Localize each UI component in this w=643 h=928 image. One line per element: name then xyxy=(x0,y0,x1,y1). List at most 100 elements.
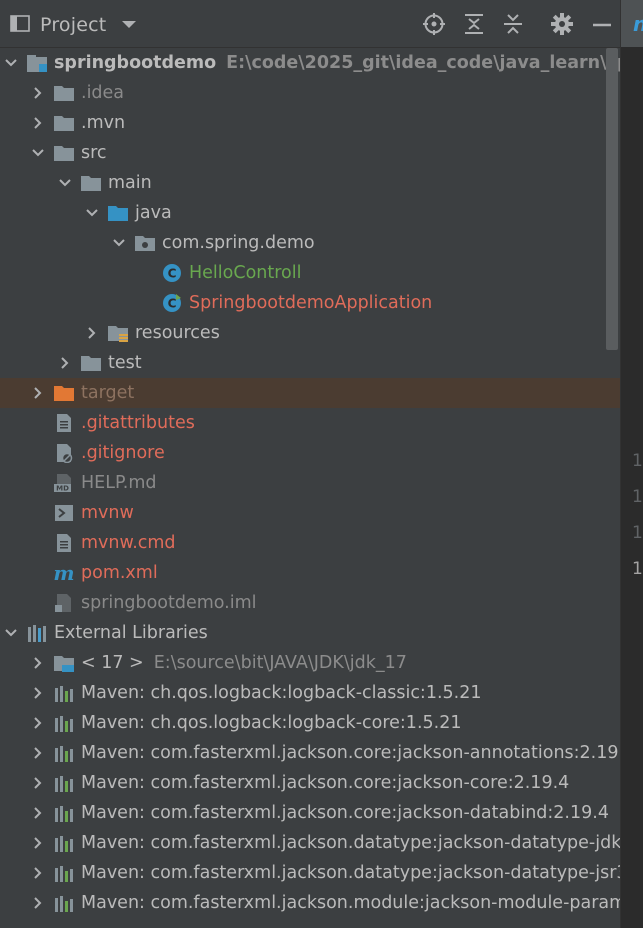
tree-item-name: Maven: ch.qos.logback:logback-core:1.5.2… xyxy=(81,713,462,733)
tree-item-name: Maven: com.fasterxml.jackson.datatype:ja… xyxy=(81,833,620,853)
chevron-down-icon[interactable] xyxy=(85,206,99,220)
tree-row[interactable]: m pom.xml xyxy=(0,558,620,588)
tree-row[interactable]: MD HELP.md xyxy=(0,468,620,498)
chevron-right-icon[interactable] xyxy=(31,716,45,730)
tree-item-name: Maven: com.fasterxml.jackson.core:jackso… xyxy=(81,773,570,793)
tree-row[interactable]: External Libraries xyxy=(0,618,620,648)
tree-item-name: target xyxy=(81,383,135,403)
tree-row[interactable]: Maven: com.fasterxml.jackson.datatype:ja… xyxy=(0,828,620,858)
tree-row[interactable]: Maven: com.fasterxml.jackson.core:jackso… xyxy=(0,738,620,768)
editor-tab[interactable]: n xyxy=(621,0,643,47)
folder-icon xyxy=(81,176,101,191)
tree-row[interactable]: Maven: ch.qos.logback:logback-classic:1.… xyxy=(0,678,620,708)
tree-item-name: mvnw xyxy=(81,503,134,523)
tree-row[interactable]: src xyxy=(0,138,620,168)
library-icon xyxy=(55,716,73,732)
library-icon xyxy=(55,686,73,702)
tree-item-name: test xyxy=(108,353,142,373)
library-icon xyxy=(55,746,73,762)
chevron-right-icon[interactable] xyxy=(85,326,99,340)
ignore-file-icon xyxy=(57,444,73,463)
expand-all-icon[interactable] xyxy=(462,12,486,36)
tree-item-label: .gitignore xyxy=(81,438,165,468)
chevron-right-icon[interactable] xyxy=(31,746,45,760)
chevron-down-icon[interactable] xyxy=(31,146,45,160)
tree-row[interactable]: test xyxy=(0,348,620,378)
chevron-right-icon[interactable] xyxy=(31,686,45,700)
library-icon xyxy=(55,836,73,852)
chevron-down-icon[interactable] xyxy=(58,176,72,190)
chevron-right-icon[interactable] xyxy=(31,866,45,880)
tree-item-label: .gitattributes xyxy=(81,408,195,438)
tree-row[interactable]: springbootdemo.iml xyxy=(0,588,620,618)
tree-row[interactable]: Maven: com.fasterxml.jackson.core:jackso… xyxy=(0,768,620,798)
chevron-down-icon[interactable] xyxy=(121,20,137,30)
tree-row[interactable]: Maven: com.fasterxml.jackson.datatype:ja… xyxy=(0,858,620,888)
tree-row[interactable]: C SpringbootdemoApplication xyxy=(0,288,620,318)
tree-item-name: Maven: com.fasterxml.jackson.core:jackso… xyxy=(81,803,609,823)
chevron-right-icon[interactable] xyxy=(31,806,45,820)
chevron-right-icon[interactable] xyxy=(31,776,45,790)
locate-file-icon[interactable] xyxy=(422,12,446,36)
excluded-folder-icon xyxy=(54,386,74,401)
tree-item-name: Maven: com.fasterxml.jackson.module:jack… xyxy=(81,893,620,913)
tree-row[interactable]: java xyxy=(0,198,620,228)
tree-row[interactable]: target xyxy=(0,378,620,408)
tree-row[interactable]: resources xyxy=(0,318,620,348)
tree-item-label: mvnw xyxy=(81,498,134,528)
tree-row[interactable]: .mvn xyxy=(0,108,620,138)
tree-item-name: main xyxy=(108,173,152,193)
tree-row[interactable]: com.spring.demo xyxy=(0,228,620,258)
tree-row[interactable]: mvnw.cmd xyxy=(0,528,620,558)
resources-folder-icon xyxy=(108,326,128,342)
vertical-scrollbar[interactable] xyxy=(606,48,618,350)
tree-item-label: springbootdemo E:\code\2025_git\idea_code… xyxy=(54,48,620,78)
tree-row[interactable]: main xyxy=(0,168,620,198)
tree-row[interactable]: < 17 > E:\source\bit\JAVA\JDK\jdk_17 xyxy=(0,648,620,678)
terminal-icon xyxy=(55,505,73,521)
library-icon xyxy=(55,806,73,822)
tree-item-name: Maven: ch.qos.logback:logback-classic:1.… xyxy=(81,683,482,703)
chevron-right-icon[interactable] xyxy=(31,86,45,100)
tree-row[interactable]: mvnw xyxy=(0,498,620,528)
line-number: 1 xyxy=(632,559,643,579)
chevron-down-icon[interactable] xyxy=(4,626,18,640)
svg-text:C: C xyxy=(168,267,177,281)
tree-item-label: pom.xml xyxy=(81,558,158,588)
panel-title[interactable]: Project xyxy=(40,14,106,36)
chevron-down-icon[interactable] xyxy=(112,236,126,250)
chevron-right-icon[interactable] xyxy=(31,386,45,400)
tree-item-label: External Libraries xyxy=(54,618,208,648)
tree-item-label: Maven: com.fasterxml.jackson.datatype:ja… xyxy=(81,858,620,888)
tree-row[interactable]: springbootdemo E:\code\2025_git\idea_code… xyxy=(0,48,620,78)
tree-item-name: .gitattributes xyxy=(81,413,195,433)
chevron-right-icon[interactable] xyxy=(31,896,45,910)
chevron-down-icon[interactable] xyxy=(4,56,18,70)
tree-row[interactable]: Maven: com.fasterxml.jackson.module:jack… xyxy=(0,888,620,918)
tree-item-name: External Libraries xyxy=(54,623,208,643)
spring-class-icon: C xyxy=(163,294,181,312)
tree-item-name: springbootdemo.iml xyxy=(81,593,257,613)
tree-row[interactable]: C HelloControll xyxy=(0,258,620,288)
tree-item-label: com.spring.demo xyxy=(162,228,315,258)
file-icon xyxy=(57,414,71,432)
tree-item-label: test xyxy=(108,348,142,378)
collapse-all-icon[interactable] xyxy=(501,12,525,36)
line-number: 1 xyxy=(632,487,643,507)
project-panel-header: Project xyxy=(0,0,620,48)
tree-row[interactable]: .gitignore xyxy=(0,438,620,468)
chevron-right-icon[interactable] xyxy=(31,116,45,130)
tree-row[interactable]: Maven: com.fasterxml.jackson.core:jackso… xyxy=(0,798,620,828)
hide-panel-icon[interactable] xyxy=(590,12,614,36)
tree-item-path: E:\code\2025_git\idea_code\java_learn\sp… xyxy=(226,53,620,73)
class-icon: C xyxy=(163,264,181,282)
chevron-right-icon[interactable] xyxy=(31,836,45,850)
tree-row[interactable]: Maven: ch.qos.logback:logback-core:1.5.2… xyxy=(0,708,620,738)
source-folder-icon xyxy=(108,206,128,221)
package-icon xyxy=(135,236,155,251)
tree-row[interactable]: .gitattributes xyxy=(0,408,620,438)
chevron-right-icon[interactable] xyxy=(58,356,72,370)
chevron-right-icon[interactable] xyxy=(31,656,45,670)
gear-icon[interactable] xyxy=(550,12,574,36)
tree-row[interactable]: .idea xyxy=(0,78,620,108)
